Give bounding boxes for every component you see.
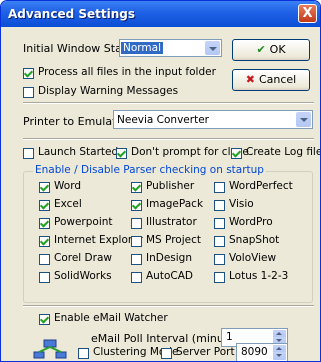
parser-checkbox[interactable] [131,254,142,265]
parser-label: WordPerfect [229,180,293,192]
create-log-checkbox[interactable] [231,148,242,159]
server-port-label: Server Port : [176,346,242,358]
parser-label: SolidWorks [54,270,112,282]
ok-label: OK [269,43,286,56]
email-watcher-checkbox[interactable] [39,314,50,325]
clustering-mode-checkbox[interactable] [78,348,89,359]
email-watcher-label: Enable eMail Watcher [54,312,168,324]
parser-checkbox[interactable] [131,218,142,229]
parser-checkbox[interactable] [214,272,225,283]
parser-label: Internet Explorer [54,234,143,246]
parser-checkbox[interactable] [131,236,142,247]
parser-label: AutoCAD [146,270,193,282]
window-title: Advanced Settings [8,7,136,21]
parser-checkbox[interactable] [39,218,50,229]
launch-started-label: Launch Started [38,146,119,158]
server-port-checkbox[interactable] [161,348,172,359]
launch-started-checkbox[interactable] [23,148,34,159]
parser-checkbox[interactable] [39,272,50,283]
parser-label: Lotus 1-2-3 [229,270,289,282]
spin-down-icon[interactable] [273,352,286,360]
display-warning-label: Display Warning Messages [38,85,179,97]
parser-label: Visio [229,198,254,210]
parser-label: ImagePack [146,198,204,210]
parser-checkbox[interactable] [214,218,225,229]
parser-label: Word [54,180,81,192]
parser-checkbox[interactable] [214,182,225,193]
cancel-label: Cancel [258,73,297,86]
parser-checkbox[interactable] [39,182,50,193]
display-warning-checkbox[interactable] [23,87,34,98]
cancel-button[interactable]: ✖ Cancel [232,69,310,91]
server-port-value: 8090 [241,346,268,358]
close-button[interactable]: X [298,4,317,23]
parser-checkbox[interactable] [39,200,50,211]
title-bar[interactable]: Advanced Settings X [1,1,320,27]
parser-label: VoloView [229,252,277,264]
parser-checkbox[interactable] [131,200,142,211]
parser-group-title: Enable / Disable Parser checking on star… [33,164,266,176]
divider [23,102,314,104]
divider [23,138,314,140]
advanced-settings-window: Advanced Settings X Initial Window State… [0,0,321,362]
parser-checkbox[interactable] [131,272,142,283]
process-all-checkbox[interactable] [23,68,34,79]
parser-label: Excel [54,198,82,210]
parser-checkbox[interactable] [39,254,50,265]
parser-checkbox[interactable] [214,200,225,211]
divider [23,305,314,307]
chevron-down-icon[interactable] [296,112,311,127]
parser-label: Powerpoint [54,216,113,228]
server-port-stepper[interactable]: 8090 [236,343,288,361]
email-interval-value: 1 [226,331,233,343]
parser-label: Illustrator [146,216,197,228]
printer-value: Neevia Converter [117,114,209,126]
parser-label: Publisher [146,180,195,192]
parser-label: MS Project [146,234,201,246]
parser-label: WordPro [229,216,273,228]
network-cluster-icon [33,339,67,359]
parser-checkbox[interactable] [39,236,50,247]
printer-select[interactable]: Neevia Converter [113,110,313,129]
parser-checkbox[interactable] [214,254,225,265]
parser-checkbox[interactable] [214,236,225,247]
parser-label: Corel Draw [54,252,112,264]
process-all-label: Process all files in the input folder [38,66,216,78]
initial-state-value: Normal [121,42,163,54]
parser-checkbox[interactable] [131,182,142,193]
cross-icon: ✖ [245,73,255,86]
initial-state-select[interactable]: Normal [119,39,222,57]
chevron-down-icon[interactable] [205,41,220,55]
parser-label: SnapShot [229,234,280,246]
ok-button[interactable]: ✔ OK [232,39,310,61]
create-log-label: Create Log file [246,146,321,158]
checkmark-icon: ✔ [256,43,266,56]
dont-prompt-checkbox[interactable] [116,148,127,159]
parser-label: InDesign [146,252,193,264]
